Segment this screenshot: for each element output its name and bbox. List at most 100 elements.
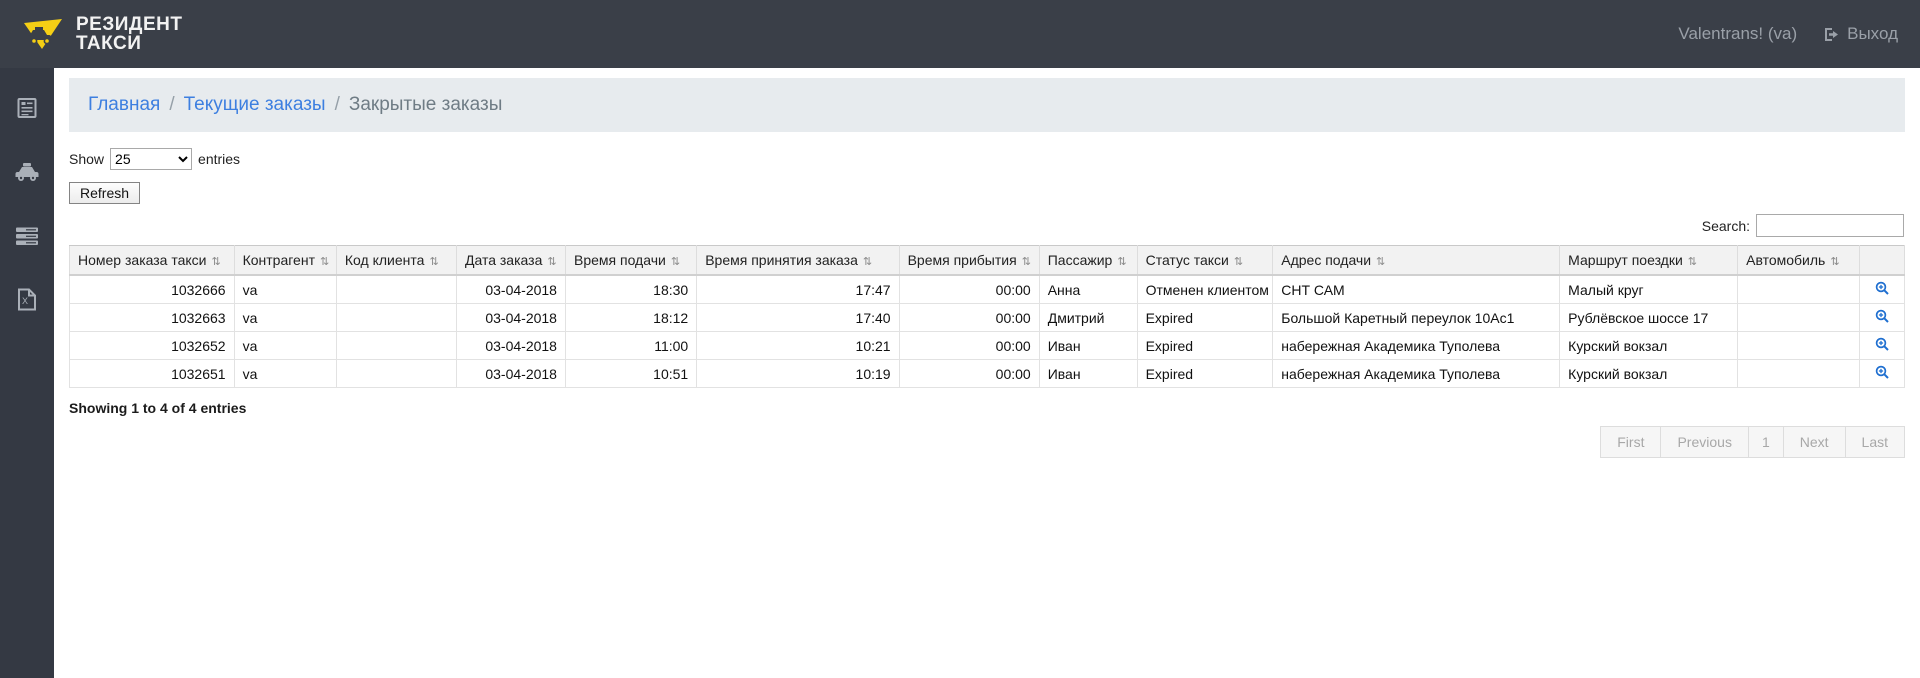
cell-car [1737,274,1861,304]
breadcrumb-item-current-orders[interactable]: Текущие заказы [184,94,326,116]
left-sidebar: X [0,68,54,678]
cell-counterparty: va [233,303,337,332]
breadcrumb-separator: / [169,94,175,115]
list-lines-icon [15,226,39,251]
search-label: Search: [1701,217,1750,234]
cell-passenger: Дмитрий [1038,303,1138,332]
cell-pickup-address: СНТ САМ [1272,274,1561,304]
cell-counterparty: va [233,274,337,304]
column-header-passenger[interactable]: Пассажир ⇅ [1038,245,1138,276]
sidebar-item-taxi[interactable] [0,154,54,194]
column-header-client-code[interactable]: Код клиента ⇅ [335,245,458,276]
cell-car [1737,359,1861,388]
header-label: Время принятия заказа [705,252,858,268]
table-row[interactable]: 1032652 va 03-04-2018 11:00 10:21 00:00 … [69,331,1905,360]
sidebar-item-list[interactable] [0,218,54,258]
cell-action[interactable] [1859,331,1905,360]
cell-accept-time: 17:40 [696,303,900,332]
cell-action[interactable] [1859,359,1905,388]
column-header-pickup-time[interactable]: Время подачи ⇅ [564,245,698,276]
column-header-pickup-address[interactable]: Адрес подачи ⇅ [1272,245,1561,276]
logout-button[interactable]: Выход [1823,24,1898,44]
column-header-counterparty[interactable]: Контрагент ⇅ [233,245,337,276]
sort-indicator-icon: ⇅ [429,256,439,268]
pagination-first[interactable]: First [1600,426,1661,458]
column-header-arrival-time[interactable]: Время прибытия ⇅ [898,245,1040,276]
taxi-logo-icon [20,15,66,53]
page-length-select[interactable]: 10 25 50 100 [110,148,193,170]
cell-order-date: 03-04-2018 [456,303,566,332]
main-content: Главная / Текущие заказы / Закрытые зака… [54,68,1920,678]
current-user-label: Valentrans! (va) [1678,24,1798,43]
magnifier-zoom-icon[interactable] [1875,337,1889,354]
datatable-info: Showing 1 to 4 of 4 entries [69,400,247,416]
cell-pickup-time: 18:30 [564,274,698,304]
cell-action[interactable] [1859,274,1905,304]
cell-counterparty: va [233,359,337,388]
column-header-actions [1859,245,1905,276]
cell-pickup-address: набережная Академика Туполева [1272,359,1561,388]
cell-order-date: 03-04-2018 [456,359,566,388]
header-label: Код клиента [344,252,425,268]
column-header-route[interactable]: Маршрут поездки ⇅ [1559,245,1739,276]
form-list-icon [16,97,38,124]
cell-order-date: 03-04-2018 [456,274,566,304]
magnifier-zoom-icon[interactable] [1875,309,1889,326]
logout-label: Выход [1847,24,1898,43]
cell-pickup-address: набережная Академика Туполева [1272,331,1561,360]
magnifier-zoom-icon[interactable] [1875,281,1889,298]
header-label: Время подачи [573,252,666,268]
header-label: Контрагент [242,252,315,268]
cell-action[interactable] [1859,303,1905,332]
sort-indicator-icon: ⇅ [547,256,557,268]
breadcrumb-item-home[interactable]: Главная [88,94,160,116]
table-row[interactable]: 1032663 va 03-04-2018 18:12 17:40 00:00 … [69,303,1905,332]
magnifier-zoom-icon[interactable] [1875,365,1889,382]
show-label: Show [69,151,105,167]
sidebar-item-export[interactable]: X [0,282,54,322]
pagination-previous[interactable]: Previous [1660,426,1748,458]
cell-route: Малый круг [1559,274,1739,304]
cell-order-date: 03-04-2018 [456,331,566,360]
cell-client-code [335,303,458,332]
cell-order-number: 1032652 [69,331,235,360]
table-row[interactable]: 1032651 va 03-04-2018 10:51 10:19 00:00 … [69,359,1905,388]
column-header-car[interactable]: Автомобиль ⇅ [1737,245,1861,276]
cell-pickup-time: 10:51 [564,359,698,388]
cell-taxi-status: Expired [1136,303,1274,332]
sort-indicator-icon: ⇅ [1830,256,1840,268]
breadcrumb-item-closed-orders: Закрытые заказы [348,94,503,115]
cell-taxi-status: Отменен клиентом [1136,274,1274,304]
search-input[interactable] [1756,214,1904,237]
table-header-row: Номер заказа такси ⇅ Контрагент ⇅ Код клие… [69,245,1905,276]
brand-logo[interactable]: РЕЗИДЕНТ ТАКСИ [20,14,182,53]
cell-route: Курский вокзал [1559,359,1739,388]
sidebar-item-orders-form[interactable] [0,90,54,130]
column-header-accept-time[interactable]: Время принятия заказа ⇅ [696,245,900,276]
sort-indicator-icon: ⇅ [1376,256,1386,268]
table-row[interactable]: 1032666 va 03-04-2018 18:30 17:47 00:00 … [69,274,1905,304]
pagination-last[interactable]: Last [1844,426,1905,458]
header-label: Дата заказа [465,252,543,268]
column-header-order-number[interactable]: Номер заказа такси ⇅ [69,245,235,276]
cell-accept-time: 17:47 [696,274,900,304]
sort-indicator-icon: ⇅ [1687,256,1698,268]
breadcrumb: Главная / Текущие заказы / Закрытые зака… [69,78,1905,132]
pagination-page-1[interactable]: 1 [1747,426,1783,458]
column-header-order-date[interactable]: Дата заказа ⇅ [456,245,566,276]
cell-pickup-time: 11:00 [564,331,698,360]
cell-counterparty: va [233,331,337,360]
datatable-wrapper: Show 10 25 50 100 entries Refresh Search… [69,146,1905,458]
cell-order-number: 1032666 [69,274,235,304]
pagination-next[interactable]: Next [1782,426,1845,458]
file-excel-icon: X [17,288,37,316]
sort-indicator-icon: ⇅ [1021,256,1031,268]
column-header-taxi-status[interactable]: Статус такси ⇅ [1136,245,1274,276]
sort-indicator-icon: ⇅ [1233,256,1244,268]
header-label: Статус такси [1145,252,1229,268]
sort-indicator-icon: ⇅ [319,256,330,268]
refresh-button[interactable]: Refresh [69,182,141,204]
cell-arrival-time: 00:00 [898,359,1040,388]
breadcrumb-separator: / [334,94,340,115]
header-label: Адрес подачи [1281,252,1372,268]
